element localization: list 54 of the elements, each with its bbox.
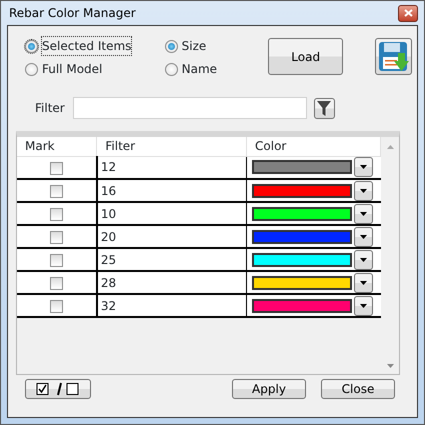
- radio-button[interactable]: [164, 62, 178, 76]
- checkbox[interactable]: [50, 254, 63, 268]
- radio-button[interactable]: [164, 40, 178, 52]
- checkbox[interactable]: [50, 277, 63, 290]
- table-cell: 32: [96, 294, 247, 317]
- dropdown-button[interactable]: [354, 204, 374, 224]
- radio-button[interactable]: [25, 40, 38, 52]
- dropdown-button[interactable]: [354, 180, 374, 200]
- radio-label: Full Model: [42, 61, 102, 78]
- dropdown-button[interactable]: [354, 272, 374, 292]
- filter-field[interactable]: [72, 97, 307, 119]
- column-header: Filter: [96, 137, 247, 156]
- dropdown-button[interactable]: [354, 296, 374, 316]
- funnel-icon: [317, 100, 332, 116]
- scroll-up-icon[interactable]: [386, 145, 394, 149]
- apply-button[interactable]: Apply: [232, 379, 306, 399]
- radio-button[interactable]: [25, 62, 38, 76]
- caret-icon: [360, 258, 368, 262]
- check-uncheck-icon: [36, 382, 80, 396]
- caret-icon: [360, 280, 368, 284]
- checkbox[interactable]: [50, 300, 63, 314]
- close-button[interactable]: [398, 4, 418, 22]
- filter-button[interactable]: [314, 98, 335, 118]
- checkbox[interactable]: [50, 162, 63, 175]
- table-cell: 10: [96, 202, 247, 225]
- window-title: Rebar Color Manager: [9, 5, 136, 22]
- checkbox[interactable]: [50, 231, 63, 244]
- column-header: Color: [246, 137, 380, 156]
- close-icon: [404, 9, 412, 17]
- caret-icon: [360, 165, 368, 170]
- checkbox[interactable]: [50, 185, 63, 198]
- radio-label: Selected Items: [42, 37, 132, 55]
- caret-icon: [360, 234, 368, 238]
- table-cell: 16: [96, 179, 247, 202]
- checkbox[interactable]: [50, 208, 63, 222]
- scroll-down-icon[interactable]: [386, 364, 394, 368]
- dropdown-button[interactable]: [354, 250, 374, 270]
- table-cell: 28: [96, 271, 247, 294]
- caret-icon: [360, 188, 368, 192]
- column-header: Mark: [17, 137, 97, 156]
- caret-icon: [360, 304, 368, 308]
- dropdown-button[interactable]: [354, 226, 374, 246]
- check-toggle-button[interactable]: [25, 379, 91, 399]
- caret-icon: [360, 212, 368, 216]
- radio-label: Size: [182, 38, 206, 55]
- table-cell: 20: [96, 225, 247, 248]
- load-button[interactable]: Load: [268, 38, 344, 75]
- radio-label: Name: [182, 61, 218, 78]
- dropdown-button[interactable]: [354, 157, 374, 178]
- close-button[interactable]: Close: [321, 379, 395, 399]
- filter-label: Filter: [35, 100, 65, 117]
- table-cell: 25: [96, 248, 247, 271]
- table-cell: 12: [96, 156, 247, 179]
- save-button[interactable]: [375, 38, 412, 75]
